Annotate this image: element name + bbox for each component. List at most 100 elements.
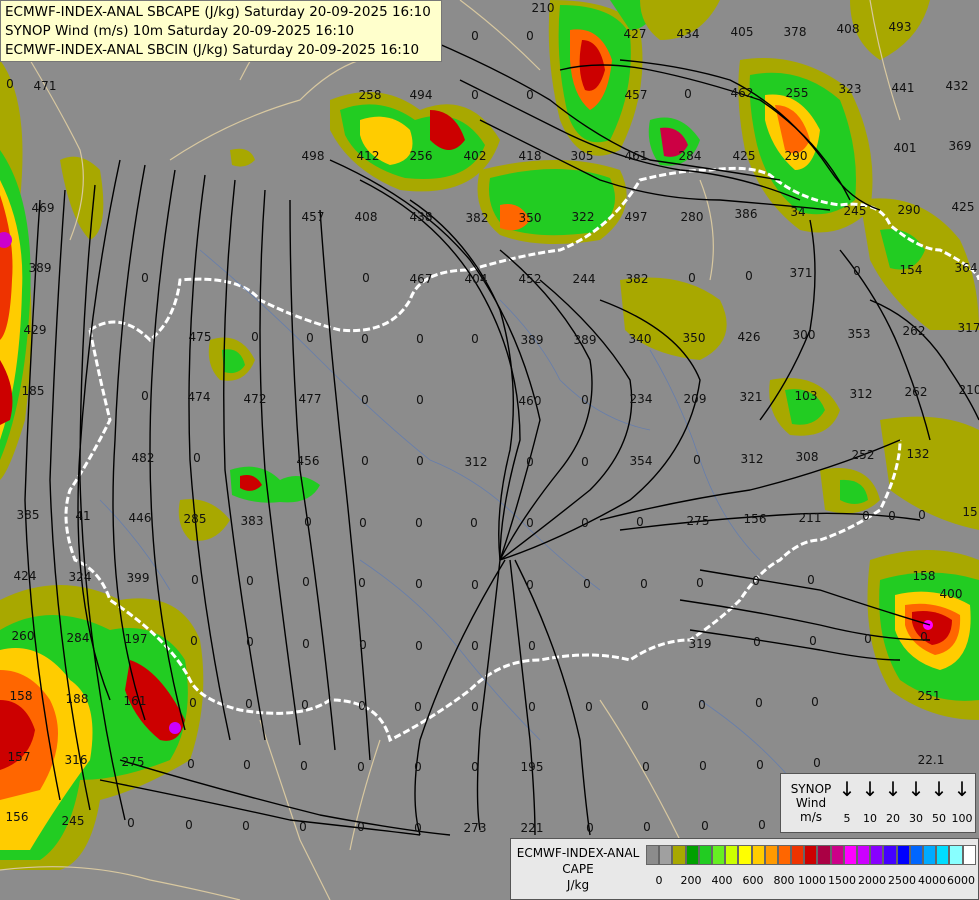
cape-value-label: 399 [127, 571, 150, 585]
cape-legend-swatch [962, 845, 976, 865]
cape-value-label: 0 [526, 455, 534, 469]
cape-value-label: 185 [22, 384, 45, 398]
cape-value-label: 324 [69, 570, 92, 584]
cape-value-label: 0 [302, 575, 310, 589]
cape-value-label: 158 [10, 689, 33, 703]
cape-legend-swatch [725, 845, 739, 865]
cape-value-label: 471 [34, 79, 57, 93]
cape-value-label: 0 [190, 634, 198, 648]
cape-legend-tick: 6000 [947, 874, 975, 887]
cape-value-label: 0 [358, 699, 366, 713]
cape-value-label: 475 [189, 330, 212, 344]
cape-value-label: 0 [526, 516, 534, 530]
cape-value-label: 400 [940, 587, 963, 601]
cape-value-label: 0 [127, 816, 135, 830]
cape-legend-tick: 600 [742, 874, 764, 887]
cape-value-label: 378 [784, 25, 807, 39]
cape-value-label: 424 [14, 569, 37, 583]
cape-value-label: 0 [246, 635, 254, 649]
weather-map[interactable]: 2100029936142743440537840849304712584940… [0, 0, 979, 900]
cape-value-label: 245 [844, 204, 867, 218]
title-line-wind: SYNOP Wind (m/s) 10m Saturday 20-09-2025… [5, 23, 355, 39]
cape-value-label: 305 [571, 149, 594, 163]
cape-value-label: 245 [62, 814, 85, 828]
cape-value-label: 154 [900, 263, 923, 277]
cape-value-label: 386 [735, 207, 758, 221]
cape-value-label: 0 [359, 638, 367, 652]
cape-value-label: 258 [359, 88, 382, 102]
map-title-box: ECMWF-INDEX-ANAL SBCAPE (J/kg) Saturday … [0, 0, 442, 62]
cape-value-label: 255 [786, 86, 809, 100]
cape-value-label: 275 [687, 514, 710, 528]
cape-value-label: 0 [888, 509, 896, 523]
cape-legend-swatch [936, 845, 950, 865]
cape-value-label: 221 [521, 821, 544, 835]
synop-legend-label: SYNOP Wind m/s [785, 782, 837, 824]
cape-value-label: 0 [586, 821, 594, 835]
cape-value-label: 457 [625, 88, 648, 102]
cape-legend-swatch [922, 845, 937, 865]
cape-value-label: 0 [251, 330, 259, 344]
cape-value-label: 425 [952, 200, 975, 214]
cape-value-label: 312 [850, 387, 873, 401]
cape-value-label: 385 [17, 508, 40, 522]
synop-legend-label-line1: SYNOP [790, 782, 832, 796]
cape-value-label: 369 [949, 139, 972, 153]
cape-value-label: 0 [361, 332, 369, 346]
cape-value-label: 158 [913, 569, 936, 583]
cape-value-label: 404 [465, 272, 488, 286]
cape-value-label: 0 [470, 516, 478, 530]
cape-value-label: 0 [302, 637, 310, 651]
cape-color-legend: ECMWF-INDEX-ANAL CAPE J/kg 0 200 400 600 800… [510, 838, 979, 900]
cape-value-label: 0 [471, 700, 479, 714]
cape-value-label: 308 [796, 450, 819, 464]
cape-value-label: 0 [643, 820, 651, 834]
cape-value-label: 0 [415, 639, 423, 653]
cape-legend-swatch [685, 845, 699, 865]
cape-value-label: 0 [807, 573, 815, 587]
cape-value-label: 0 [471, 332, 479, 346]
cape-legend-swatch [711, 845, 726, 865]
cape-value-label: 469 [32, 201, 55, 215]
cape-legend-swatch [909, 845, 923, 865]
cape-value-label: 0 [141, 389, 149, 403]
cape-value-label: 234 [630, 392, 653, 406]
cape-value-label: 0 [471, 29, 479, 43]
cape-value-label: 408 [837, 22, 860, 36]
cape-value-label: 461 [625, 149, 648, 163]
cape-legend-tick: 1500 [828, 874, 856, 887]
cape-value-label: 340 [629, 332, 652, 346]
synop-wind-legend: SYNOP Wind m/s ↓ 5 ↓ 10 ↓ 20 ↓ 30 ↓ 50 ↓ 100 [780, 773, 976, 833]
cape-value-label: 474 [188, 390, 211, 404]
cape-value-label: 0 [357, 820, 365, 834]
cape-value-label: 383 [241, 514, 264, 528]
cape-legend-swatch [791, 845, 805, 865]
cape-value-label: 41 [75, 509, 90, 523]
cape-value-label: 0 [306, 331, 314, 345]
cape-value-label: 322 [572, 210, 595, 224]
cape-value-label: 275 [122, 755, 145, 769]
cape-value-label: 188 [66, 692, 89, 706]
synop-speed-label: 5 [843, 812, 851, 825]
cape-value-label: 494 [410, 88, 433, 102]
cape-value-label: 482 [132, 451, 155, 465]
cape-value-label: 0 [581, 516, 589, 530]
cape-value-label: 0 [862, 509, 870, 523]
cape-legend-swatch [804, 845, 818, 865]
cape-value-label: 446 [129, 511, 152, 525]
cape-value-label: 0 [299, 820, 307, 834]
cape-value-label: 0 [526, 578, 534, 592]
synop-wind-arrow-icon: ↓ [884, 777, 902, 801]
cape-value-label: 434 [677, 27, 700, 41]
cape-legend-swatch [830, 845, 844, 865]
cape-value-label: 284 [679, 149, 702, 163]
cape-value-label: 262 [903, 324, 926, 338]
cape-legend-tick: 4000 [918, 874, 946, 887]
cape-value-label: 15 [962, 505, 977, 519]
cape-value-label: 354 [630, 454, 653, 468]
cape-value-label: 0 [758, 818, 766, 832]
cape-legend-tick: 0 [655, 874, 663, 887]
cape-value-label: 0 [745, 269, 753, 283]
cape-value-label: 0 [756, 758, 764, 772]
cape-value-label: 0 [684, 87, 692, 101]
